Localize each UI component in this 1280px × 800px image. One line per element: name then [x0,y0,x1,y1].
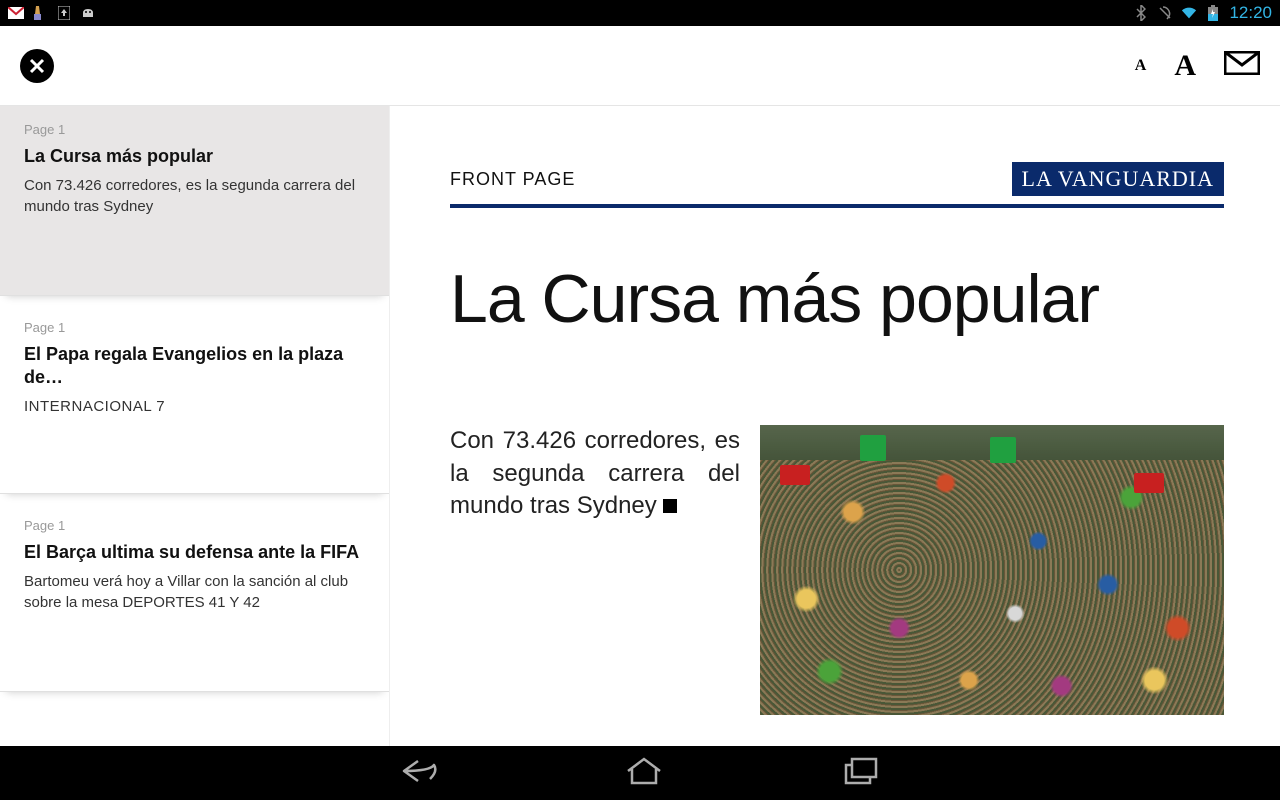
battery-icon [1205,5,1221,21]
balloon-decoration [990,437,1016,463]
article-view[interactable]: FRONT PAGE LA VANGUARDIA La Cursa más po… [390,106,1280,746]
header-divider [450,204,1224,208]
home-button[interactable] [624,757,664,790]
android-nav-bar [0,746,1280,800]
recents-button[interactable] [844,757,880,790]
list-item-category: INTERNACIONAL 7 [24,398,365,415]
status-right-group: 12:20 [1133,3,1272,23]
flag-decoration [1134,473,1164,493]
page-label: Page 1 [24,122,365,137]
font-increase-button[interactable]: A [1174,49,1196,83]
brand-logo: LA VANGUARDIA [1012,162,1224,196]
list-item[interactable]: Page 1 El Barça ultima su defensa ante l… [0,502,389,692]
lead-text: Con 73.426 corredores, es la segunda car… [450,427,740,519]
article-list-sidebar[interactable]: Page 1 La Cursa más popular Con 73.426 c… [0,106,390,746]
status-left-group [8,5,96,21]
home-icon [624,757,664,785]
android-icon [80,5,96,21]
status-time: 12:20 [1229,3,1272,23]
clean-icon [32,5,48,21]
list-item-excerpt: Bartomeu verá hoy a Villar con la sanció… [24,572,365,613]
crowd-photo-placeholder [760,425,1224,715]
article-title: La Cursa más popular [450,264,1224,335]
page-label: Page 1 [24,518,365,533]
end-mark-icon [663,499,677,513]
font-decrease-button[interactable]: A [1135,57,1147,75]
android-status-bar: 12:20 [0,0,1280,26]
flag-decoration [780,465,810,485]
content-area: Page 1 La Cursa más popular Con 73.426 c… [0,106,1280,746]
list-item[interactable]: Page 1 El Papa regala Evangelios en la p… [0,304,389,494]
vibrate-icon [1157,5,1173,21]
bluetooth-icon [1133,5,1149,21]
balloon-decoration [860,435,886,461]
list-item[interactable]: Page 1 La Cursa más popular Con 73.426 c… [0,106,389,296]
toolbar-actions: A A [1135,49,1260,83]
article-lead: Con 73.426 corredores, es la segunda car… [450,425,740,715]
article-image [760,425,1224,715]
wifi-icon [1181,5,1197,21]
close-button[interactable] [20,49,54,83]
back-button[interactable] [400,757,444,790]
back-icon [400,757,444,785]
article-header: FRONT PAGE LA VANGUARDIA [450,162,1224,196]
close-icon [28,57,46,75]
page-label: Page 1 [24,320,365,335]
article-body: Con 73.426 corredores, es la segunda car… [450,425,1224,715]
share-mail-button[interactable] [1224,51,1260,80]
list-item-title: El Barça ultima su defensa ante la FIFA [24,541,365,564]
mail-icon [1224,51,1260,75]
download-icon [56,5,72,21]
list-item-excerpt: Con 73.426 corredores, es la segunda car… [24,176,365,217]
gmail-icon [8,5,24,21]
list-item-title: La Cursa más popular [24,145,365,168]
recents-icon [844,757,880,785]
list-item-title: El Papa regala Evangelios en la plaza de… [24,343,365,390]
section-label: FRONT PAGE [450,169,575,190]
app-toolbar: A A [0,26,1280,106]
